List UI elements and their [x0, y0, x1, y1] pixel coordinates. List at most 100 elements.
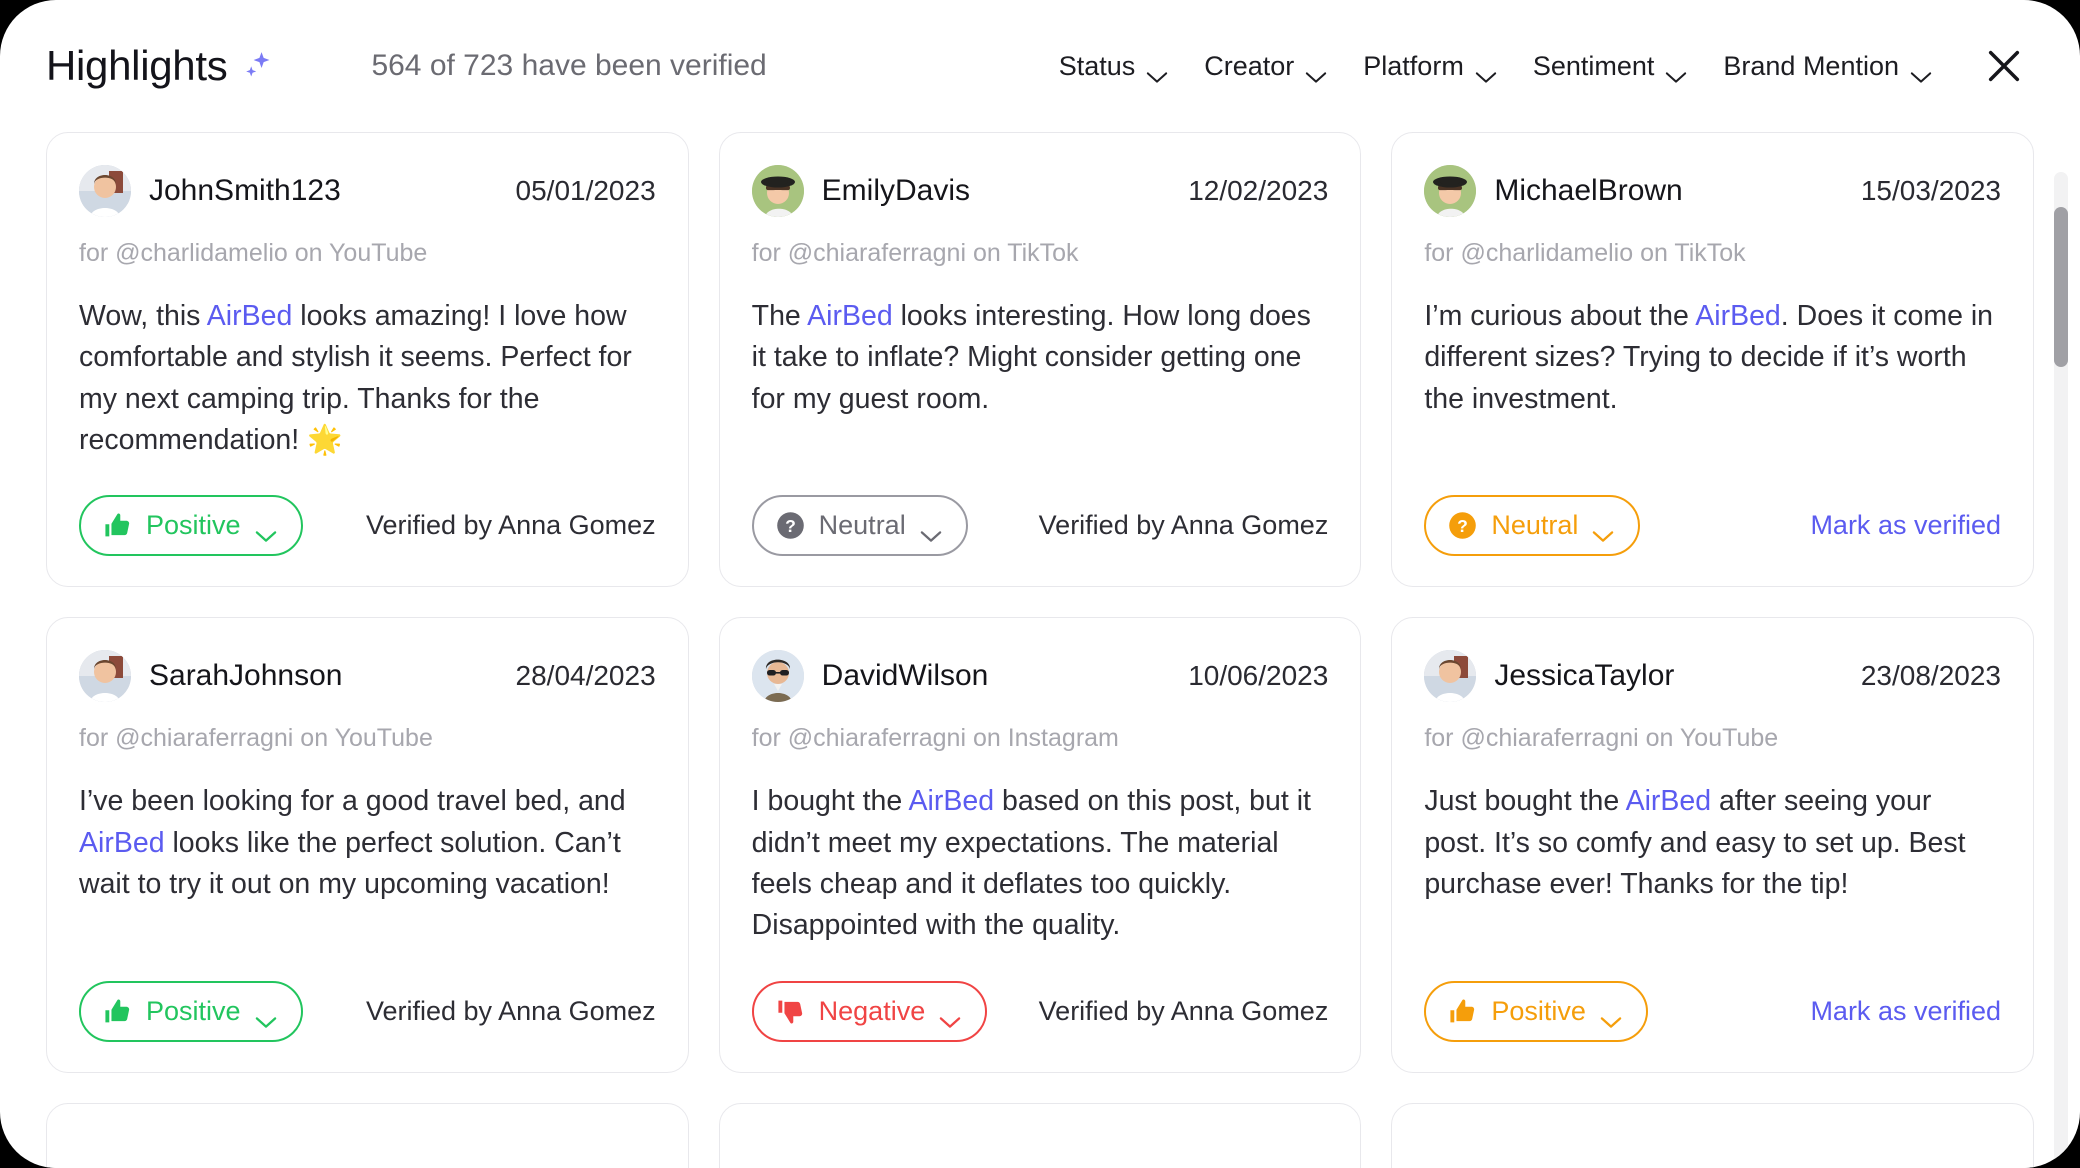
vertical-scrollbar[interactable]: [2054, 172, 2068, 1162]
sentiment-label: Positive: [1491, 995, 1586, 1026]
chevron-down-icon: [939, 1005, 961, 1028]
brand-mention[interactable]: AirBed: [1695, 300, 1781, 332]
chevron-down-icon: [920, 519, 942, 542]
sentiment-selector[interactable]: ? Neutral: [751, 495, 968, 557]
card-meta: for @chiaraferragni on YouTube: [1424, 724, 1779, 753]
verified-by-label: Verified by Anna Gomez: [1038, 510, 1329, 541]
sentiment-selector[interactable]: ? Neutral: [1424, 495, 1641, 557]
sentiment-selector[interactable]: Positive: [1424, 980, 1648, 1042]
card-meta: for @chiaraferragni on YouTube: [79, 724, 433, 753]
sentiment-label: Neutral: [1491, 510, 1579, 541]
card-author: JohnSmith123: [149, 174, 341, 207]
title-group: Highlights: [46, 42, 275, 90]
brand-mention[interactable]: AirBed: [1626, 785, 1712, 817]
highlight-card[interactable]: [46, 1102, 689, 1168]
filter-sentiment[interactable]: Sentiment: [1515, 41, 1706, 92]
card-date: 05/01/2023: [515, 175, 656, 206]
verified-by-label: Verified by Anna Gomez: [365, 995, 656, 1026]
sentiment-selector[interactable]: Negative: [751, 980, 988, 1042]
card-body-before: I’ve been looking for a good travel bed,…: [79, 785, 626, 818]
verified-by-label: Verified by Anna Gomez: [1038, 995, 1329, 1026]
card-body: Wow, this AirBed looks amazing! I love h…: [79, 296, 656, 461]
highlight-card[interactable]: DavidWilson 10/06/2023 for @chiaraferrag…: [718, 617, 1362, 1073]
filter-status[interactable]: Status: [1041, 41, 1187, 92]
card-body: Just bought the AirBed after seeing your…: [1424, 781, 2001, 905]
card-meta: for @chiaraferragni on Instagram: [751, 724, 1119, 753]
avatar: [79, 650, 131, 703]
card-author: MichaelBrown: [1494, 174, 1683, 207]
card-body-before: Wow, this: [79, 300, 207, 332]
brand-mention[interactable]: AirBed: [207, 300, 293, 332]
sentiment-label: Neutral: [818, 510, 906, 541]
highlight-card[interactable]: MichaelBrown 15/03/2023 for @charlidamel…: [1391, 132, 2034, 588]
brand-mention[interactable]: AirBed: [909, 785, 995, 817]
filter-bar: Status Creator Platform Sentiment Brand …: [1041, 38, 2032, 94]
close-icon[interactable]: [1976, 38, 2032, 94]
highlights-scroll-area: JohnSmith123 05/01/2023 for @charlidamel…: [0, 132, 2080, 1168]
filter-sentiment-label: Sentiment: [1532, 50, 1655, 81]
card-meta: for @chiaraferragni on TikTok: [751, 239, 1079, 267]
filter-platform-label: Platform: [1363, 50, 1464, 81]
highlight-card[interactable]: [718, 1102, 1362, 1168]
chevron-down-icon: [255, 519, 277, 542]
chevron-down-icon: [1910, 60, 1932, 83]
card-date: 28/04/2023: [515, 660, 656, 692]
card-author: SarahJohnson: [149, 659, 343, 693]
mark-as-verified-link[interactable]: Mark as verified: [1810, 510, 2001, 541]
card-body: The AirBed looks interesting. How long d…: [752, 296, 1329, 420]
sentiment-label: Negative: [818, 995, 926, 1026]
filter-creator[interactable]: Creator: [1186, 41, 1345, 92]
svg-text:?: ?: [1457, 516, 1468, 536]
verified-count-label: 564 of 723 have been verified: [371, 49, 767, 82]
card-body-before: I bought the: [751, 785, 909, 818]
thumbs-down-icon: [776, 997, 805, 1026]
card-header: DavidWilson 10/06/2023: [751, 650, 1329, 703]
filter-brand-mention-label: Brand Mention: [1723, 50, 1899, 81]
chevron-down-icon: [1592, 519, 1614, 542]
highlight-card[interactable]: JohnSmith123 05/01/2023 for @charlidamel…: [46, 132, 689, 588]
chevron-down-icon: [1600, 1005, 1622, 1028]
sentiment-label: Positive: [146, 995, 241, 1026]
card-footer: Negative Verified by Anna Gomez: [751, 947, 1329, 1042]
card-date: 15/03/2023: [1860, 175, 2001, 206]
scrollbar-thumb[interactable]: [2054, 207, 2068, 367]
panel-header: Highlights 564 of 723 have been verified…: [0, 0, 2080, 132]
highlight-card[interactable]: JessicaTaylor 23/08/2023 for @chiaraferr…: [1391, 617, 2034, 1073]
card-footer: ? Neutral Verified by Anna Gomez: [751, 461, 1329, 557]
thumbs-up-icon: [103, 511, 132, 540]
brand-mention[interactable]: AirBed: [79, 827, 165, 859]
sentiment-selector[interactable]: Positive: [79, 980, 303, 1042]
chevron-down-icon: [1475, 60, 1497, 83]
card-footer: Positive Verified by Anna Gomez: [79, 947, 656, 1042]
highlight-card[interactable]: EmilyDavis 12/02/2023 for @chiaraferragn…: [718, 132, 1362, 588]
question-circle-icon: ?: [1448, 511, 1477, 540]
card-header: JohnSmith123 05/01/2023: [79, 165, 656, 217]
card-date: 10/06/2023: [1188, 660, 1329, 692]
card-meta: for @charlidamelio on TikTok: [1424, 239, 1746, 267]
card-body: I’ve been looking for a good travel bed,…: [79, 781, 656, 905]
card-body: I bought the AirBed based on this post, …: [752, 781, 1329, 946]
card-author: DavidWilson: [821, 659, 989, 693]
card-body-before: Just bought the: [1424, 785, 1626, 818]
mark-as-verified-link[interactable]: Mark as verified: [1810, 996, 2001, 1027]
avatar: [751, 165, 804, 217]
brand-mention[interactable]: AirBed: [807, 300, 893, 332]
avatar: [1424, 650, 1477, 703]
sentiment-selector[interactable]: Positive: [79, 495, 303, 557]
question-circle-icon: ?: [776, 511, 805, 540]
card-header: JessicaTaylor 23/08/2023: [1424, 650, 2001, 703]
filter-status-label: Status: [1058, 50, 1136, 81]
chevron-down-icon: [1305, 60, 1327, 83]
avatar: [1424, 165, 1477, 217]
chevron-down-icon: [1146, 60, 1168, 83]
card-author: JessicaTaylor: [1494, 659, 1675, 693]
highlight-card[interactable]: [1391, 1102, 2034, 1168]
card-header: EmilyDavis 12/02/2023: [751, 165, 1328, 217]
card-body-before: I’m curious about the: [1424, 300, 1696, 332]
highlight-card[interactable]: SarahJohnson 28/04/2023 for @chiaraferra…: [46, 617, 689, 1073]
chevron-down-icon: [255, 1005, 277, 1028]
card-author: EmilyDavis: [821, 174, 971, 207]
filter-platform[interactable]: Platform: [1345, 41, 1515, 92]
filter-brand-mention[interactable]: Brand Mention: [1705, 41, 1950, 92]
thumbs-up-icon: [103, 997, 132, 1026]
